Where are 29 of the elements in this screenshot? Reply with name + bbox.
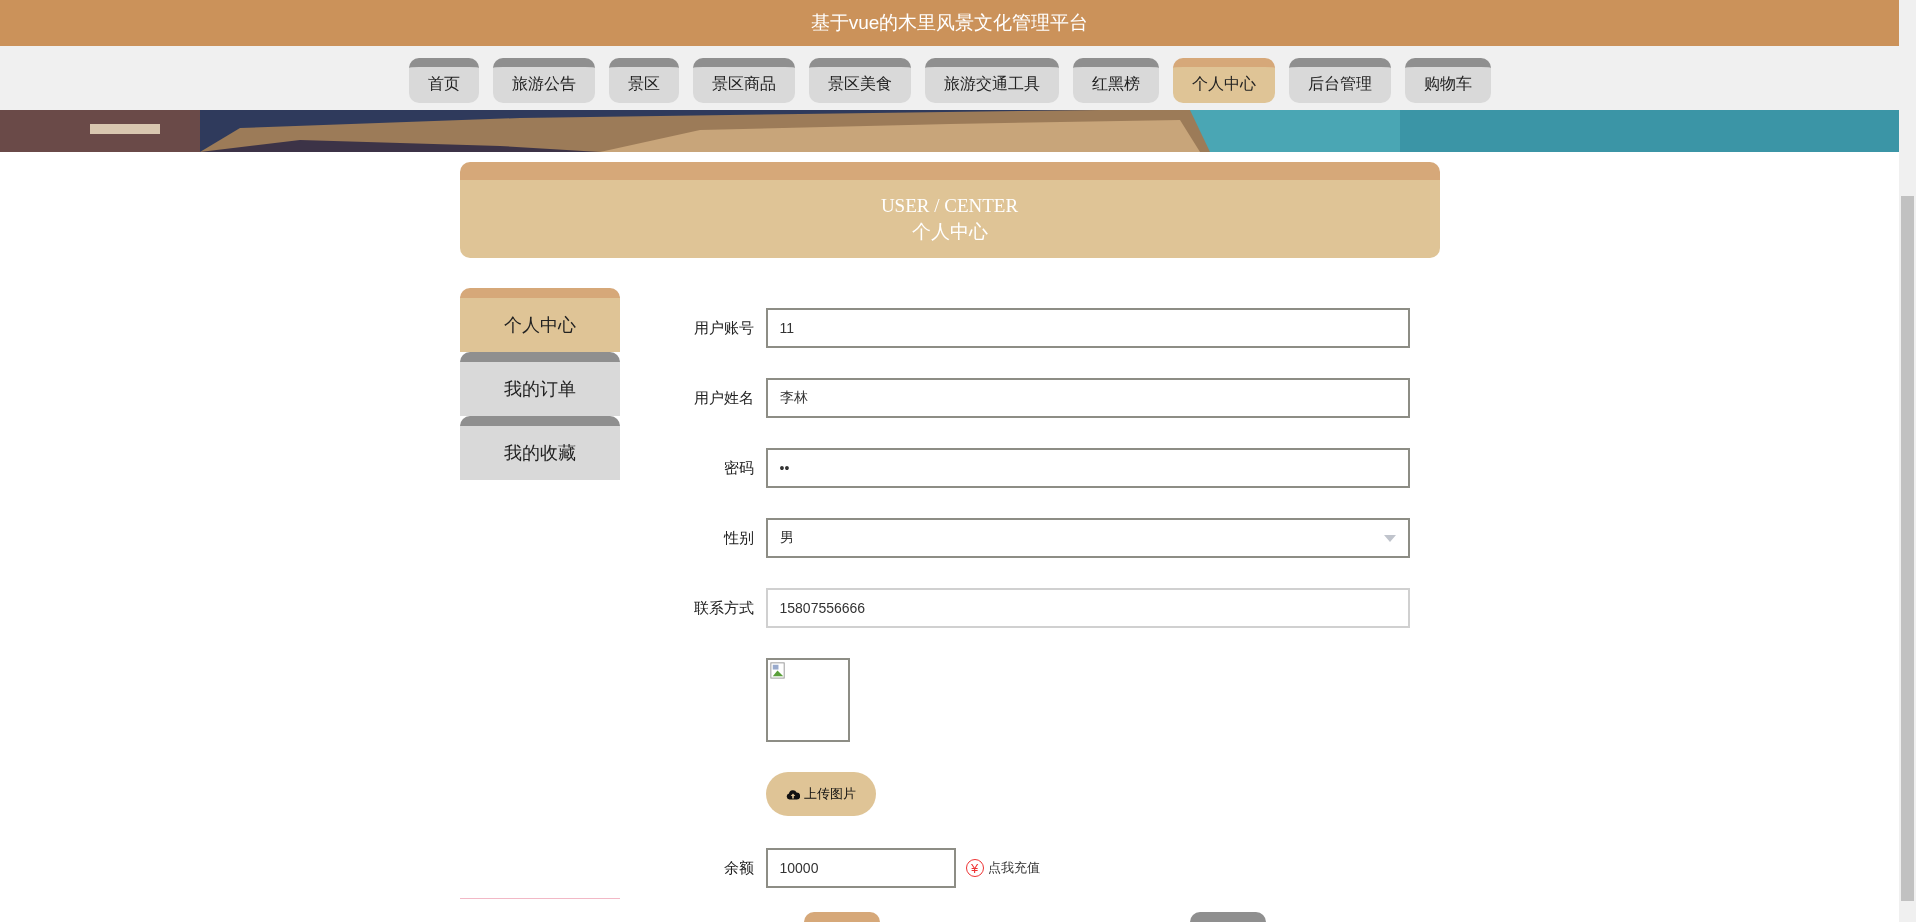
nav-tab[interactable]: 景区美食: [808, 57, 911, 103]
input-field[interactable]: ••: [765, 448, 1410, 488]
sidebar-item[interactable]: 我的订单: [459, 352, 620, 416]
field-label: 密码: [722, 458, 755, 478]
nav-tab[interactable]: 景区: [608, 57, 679, 103]
recharge-link[interactable]: 点我充值: [987, 859, 1040, 877]
field-label: 余额: [722, 858, 755, 878]
nav-tab[interactable]: 后台管理: [1288, 57, 1391, 103]
upload-button[interactable]: 上传图片: [765, 772, 876, 816]
input-field[interactable]: 李林: [765, 378, 1410, 418]
nav-tab[interactable]: 旅游公告: [492, 57, 595, 103]
nav-tab[interactable]: 景区商品: [692, 57, 795, 103]
field-label: 用户姓名: [692, 388, 755, 408]
nav-tab[interactable]: 首页: [408, 57, 479, 103]
nav-tab[interactable]: 旅游交通工具: [924, 57, 1059, 103]
sidebar-item[interactable]: 我的收藏: [459, 416, 620, 480]
page-heading: 个人中心: [911, 220, 988, 244]
heading-subtitle: USER / CENTER: [880, 194, 1019, 219]
field-label: 联系方式: [692, 598, 755, 618]
nav-tab[interactable]: 个人中心: [1172, 57, 1275, 103]
select-field[interactable]: 男: [765, 518, 1410, 558]
field-label: 性别: [722, 528, 755, 548]
nav-tab[interactable]: 购物车: [1404, 57, 1491, 103]
sidebar-item[interactable]: 个人中心: [459, 288, 620, 352]
site-title: 基于vue的木里风景文化管理平台: [810, 11, 1089, 35]
input-field[interactable]: 11: [765, 308, 1410, 348]
field-label: 用户账号: [692, 318, 755, 338]
nav-tab[interactable]: 红黑榜: [1072, 57, 1159, 103]
input-field[interactable]: 10000: [765, 848, 956, 888]
